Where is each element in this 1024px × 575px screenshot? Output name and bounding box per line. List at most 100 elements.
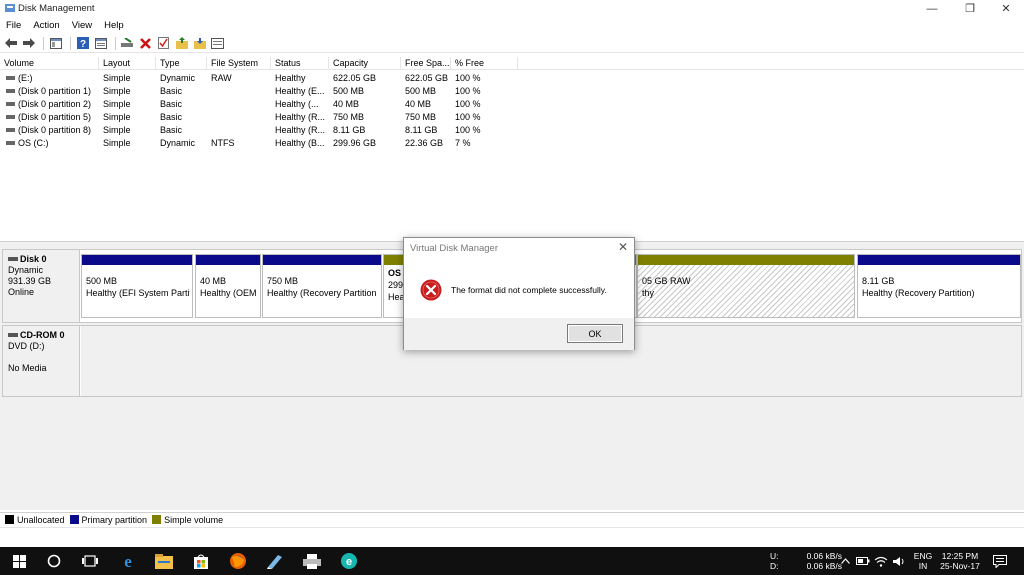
delete-icon[interactable] xyxy=(138,36,153,51)
volume-status: Healthy xyxy=(275,73,306,83)
network-speed-values: 0.06 kB/s 0.06 kB/s xyxy=(800,547,842,575)
region-code: IN xyxy=(918,561,928,571)
legend-primary-swatch xyxy=(69,515,79,524)
forward-arrow-icon[interactable] xyxy=(21,36,36,51)
folder-down-icon[interactable] xyxy=(192,36,207,51)
eset-antivirus-icon[interactable]: e xyxy=(332,547,366,575)
cdrom-media: No Media xyxy=(8,363,47,373)
back-arrow-icon[interactable] xyxy=(3,36,18,51)
volume-free: 40 MB xyxy=(405,99,432,109)
volume-name: (Disk 0 partition 5) xyxy=(18,112,92,122)
volume-fs xyxy=(207,111,211,124)
start-windows-icon[interactable] xyxy=(2,547,36,575)
column-header-free-space[interactable]: Free Spa... xyxy=(401,57,451,70)
close-button[interactable]: ✕ xyxy=(989,0,1023,17)
console-tree-icon[interactable] xyxy=(48,36,63,51)
dialog-message: The format did not complete successfully… xyxy=(451,285,607,295)
clock[interactable]: 12:25 PM 25-Nov-17 xyxy=(936,547,984,575)
restore-button[interactable]: ❐ xyxy=(953,0,987,17)
volume-icon xyxy=(6,101,15,106)
file-explorer-icon[interactable] xyxy=(147,547,181,575)
clock-time: 12:25 PM xyxy=(941,551,979,561)
partition-e-raw[interactable]: 05 GB RAW thy xyxy=(637,254,855,318)
menu-help[interactable]: Help xyxy=(98,20,130,31)
properties-icon[interactable] xyxy=(93,36,108,51)
legend-unallocated-label: Unallocated xyxy=(17,514,65,525)
upload-rate: 0.06 kB/s xyxy=(806,551,842,561)
column-header-file-system[interactable]: File System xyxy=(207,57,271,70)
volume-capacity: 500 MB xyxy=(333,86,365,96)
menu-view[interactable]: View xyxy=(66,20,98,31)
dialog-footer: OK xyxy=(404,318,634,350)
table-row[interactable]: (Disk 0 partition 8) Simple Basic Health… xyxy=(0,124,520,137)
volume-fs: RAW xyxy=(211,73,232,83)
task-view-icon[interactable] xyxy=(73,547,107,575)
ok-button[interactable]: OK xyxy=(567,324,623,343)
checkmark-icon[interactable] xyxy=(156,36,171,51)
volume-type: Dynamic xyxy=(160,138,196,148)
volume-layout: Simple xyxy=(103,112,131,122)
settings-list-icon[interactable] xyxy=(210,36,225,51)
taskbar: e e U: D: 0.06 kB/s 0.06 kB/s ENG IN 12:… xyxy=(0,547,1024,575)
wifi-icon[interactable] xyxy=(872,547,890,575)
disk-0-info[interactable]: Disk 0 Dynamic 931.39 GB Online xyxy=(3,250,80,322)
clock-date: 25-Nov-17 xyxy=(940,561,980,571)
language-code: ENG xyxy=(913,551,933,561)
column-header-capacity[interactable]: Capacity xyxy=(329,57,401,70)
menu-action[interactable]: Action xyxy=(27,20,65,31)
network-speed-labels: U: D: xyxy=(770,547,794,575)
cdrom-0-info[interactable]: CD-ROM 0 DVD (D:) No Media xyxy=(3,326,80,396)
menu-file[interactable]: File xyxy=(0,20,27,31)
dialog-title: Virtual Disk Manager xyxy=(410,243,499,254)
notepad-pen-icon[interactable] xyxy=(258,547,292,575)
error-icon xyxy=(420,279,442,301)
minimize-button[interactable]: — xyxy=(915,0,949,17)
table-row[interactable]: (Disk 0 partition 1) Simple Basic Health… xyxy=(0,85,520,98)
volume-type: Basic xyxy=(160,125,183,135)
partition-recovery-8gb[interactable]: 8.11 GB Healthy (Recovery Partition) xyxy=(857,254,1021,318)
volume-icon xyxy=(6,127,15,132)
cdrom-icon xyxy=(8,332,18,337)
language-indicator[interactable]: ENG IN xyxy=(912,547,934,575)
partition-oem[interactable]: 40 MB Healthy (OEM xyxy=(195,254,261,318)
search-circle-icon[interactable] xyxy=(37,547,71,575)
dialog-close-icon[interactable]: ✕ xyxy=(618,240,628,254)
store-icon[interactable] xyxy=(184,547,218,575)
status-bar xyxy=(0,527,1024,547)
action-center-icon[interactable] xyxy=(988,547,1012,575)
cdrom-drive: DVD (D:) xyxy=(8,341,45,351)
download-label: D: xyxy=(770,561,779,571)
legend-unallocated-swatch xyxy=(5,515,14,524)
column-header-volume[interactable]: Volume xyxy=(0,57,99,70)
folder-up-icon[interactable] xyxy=(174,36,189,51)
battery-icon[interactable] xyxy=(854,547,872,575)
firefox-icon[interactable] xyxy=(221,547,255,575)
column-header-type[interactable]: Type xyxy=(156,57,207,70)
column-header-layout[interactable]: Layout xyxy=(99,57,156,70)
legend: Unallocated Primary partition Simple vol… xyxy=(0,512,1024,526)
connect-drive-icon[interactable] xyxy=(120,36,135,51)
volume-speaker-icon[interactable] xyxy=(890,547,908,575)
disk-0-type: Dynamic xyxy=(8,265,44,275)
table-row[interactable]: OS (C:) Simple Dynamic NTFS Healthy (B..… xyxy=(0,137,520,150)
partition-efi[interactable]: 500 MB Healthy (EFI System Partit xyxy=(81,254,193,318)
edge-browser-icon[interactable]: e xyxy=(111,547,145,575)
printer-icon[interactable] xyxy=(295,547,329,575)
title-bar: Disk Management — ❐ ✕ xyxy=(0,0,1024,17)
volume-icon xyxy=(6,140,15,145)
chevron-up-icon[interactable] xyxy=(838,547,852,575)
column-header-status[interactable]: Status xyxy=(271,57,329,70)
help-icon[interactable]: ? xyxy=(75,36,90,51)
volume-capacity: 750 MB xyxy=(333,112,365,122)
disk-0-size: 931.39 GB xyxy=(8,276,52,286)
table-row[interactable]: (Disk 0 partition 5) Simple Basic Health… xyxy=(0,111,520,124)
column-header-percent-free[interactable]: % Free xyxy=(451,57,518,70)
volume-name: OS (C:) xyxy=(18,138,49,148)
volume-name: (Disk 0 partition 8) xyxy=(18,125,92,135)
volume-layout: Simple xyxy=(103,73,131,83)
partition-recovery-750[interactable]: 750 MB Healthy (Recovery Partition xyxy=(262,254,382,318)
table-row[interactable]: (Disk 0 partition 2) Simple Basic Health… xyxy=(0,98,520,111)
volume-percent-free: 100 % xyxy=(455,112,481,122)
disk-icon xyxy=(8,256,18,261)
table-row[interactable]: (E:) Simple Dynamic RAW Healthy 622.05 G… xyxy=(0,72,520,85)
